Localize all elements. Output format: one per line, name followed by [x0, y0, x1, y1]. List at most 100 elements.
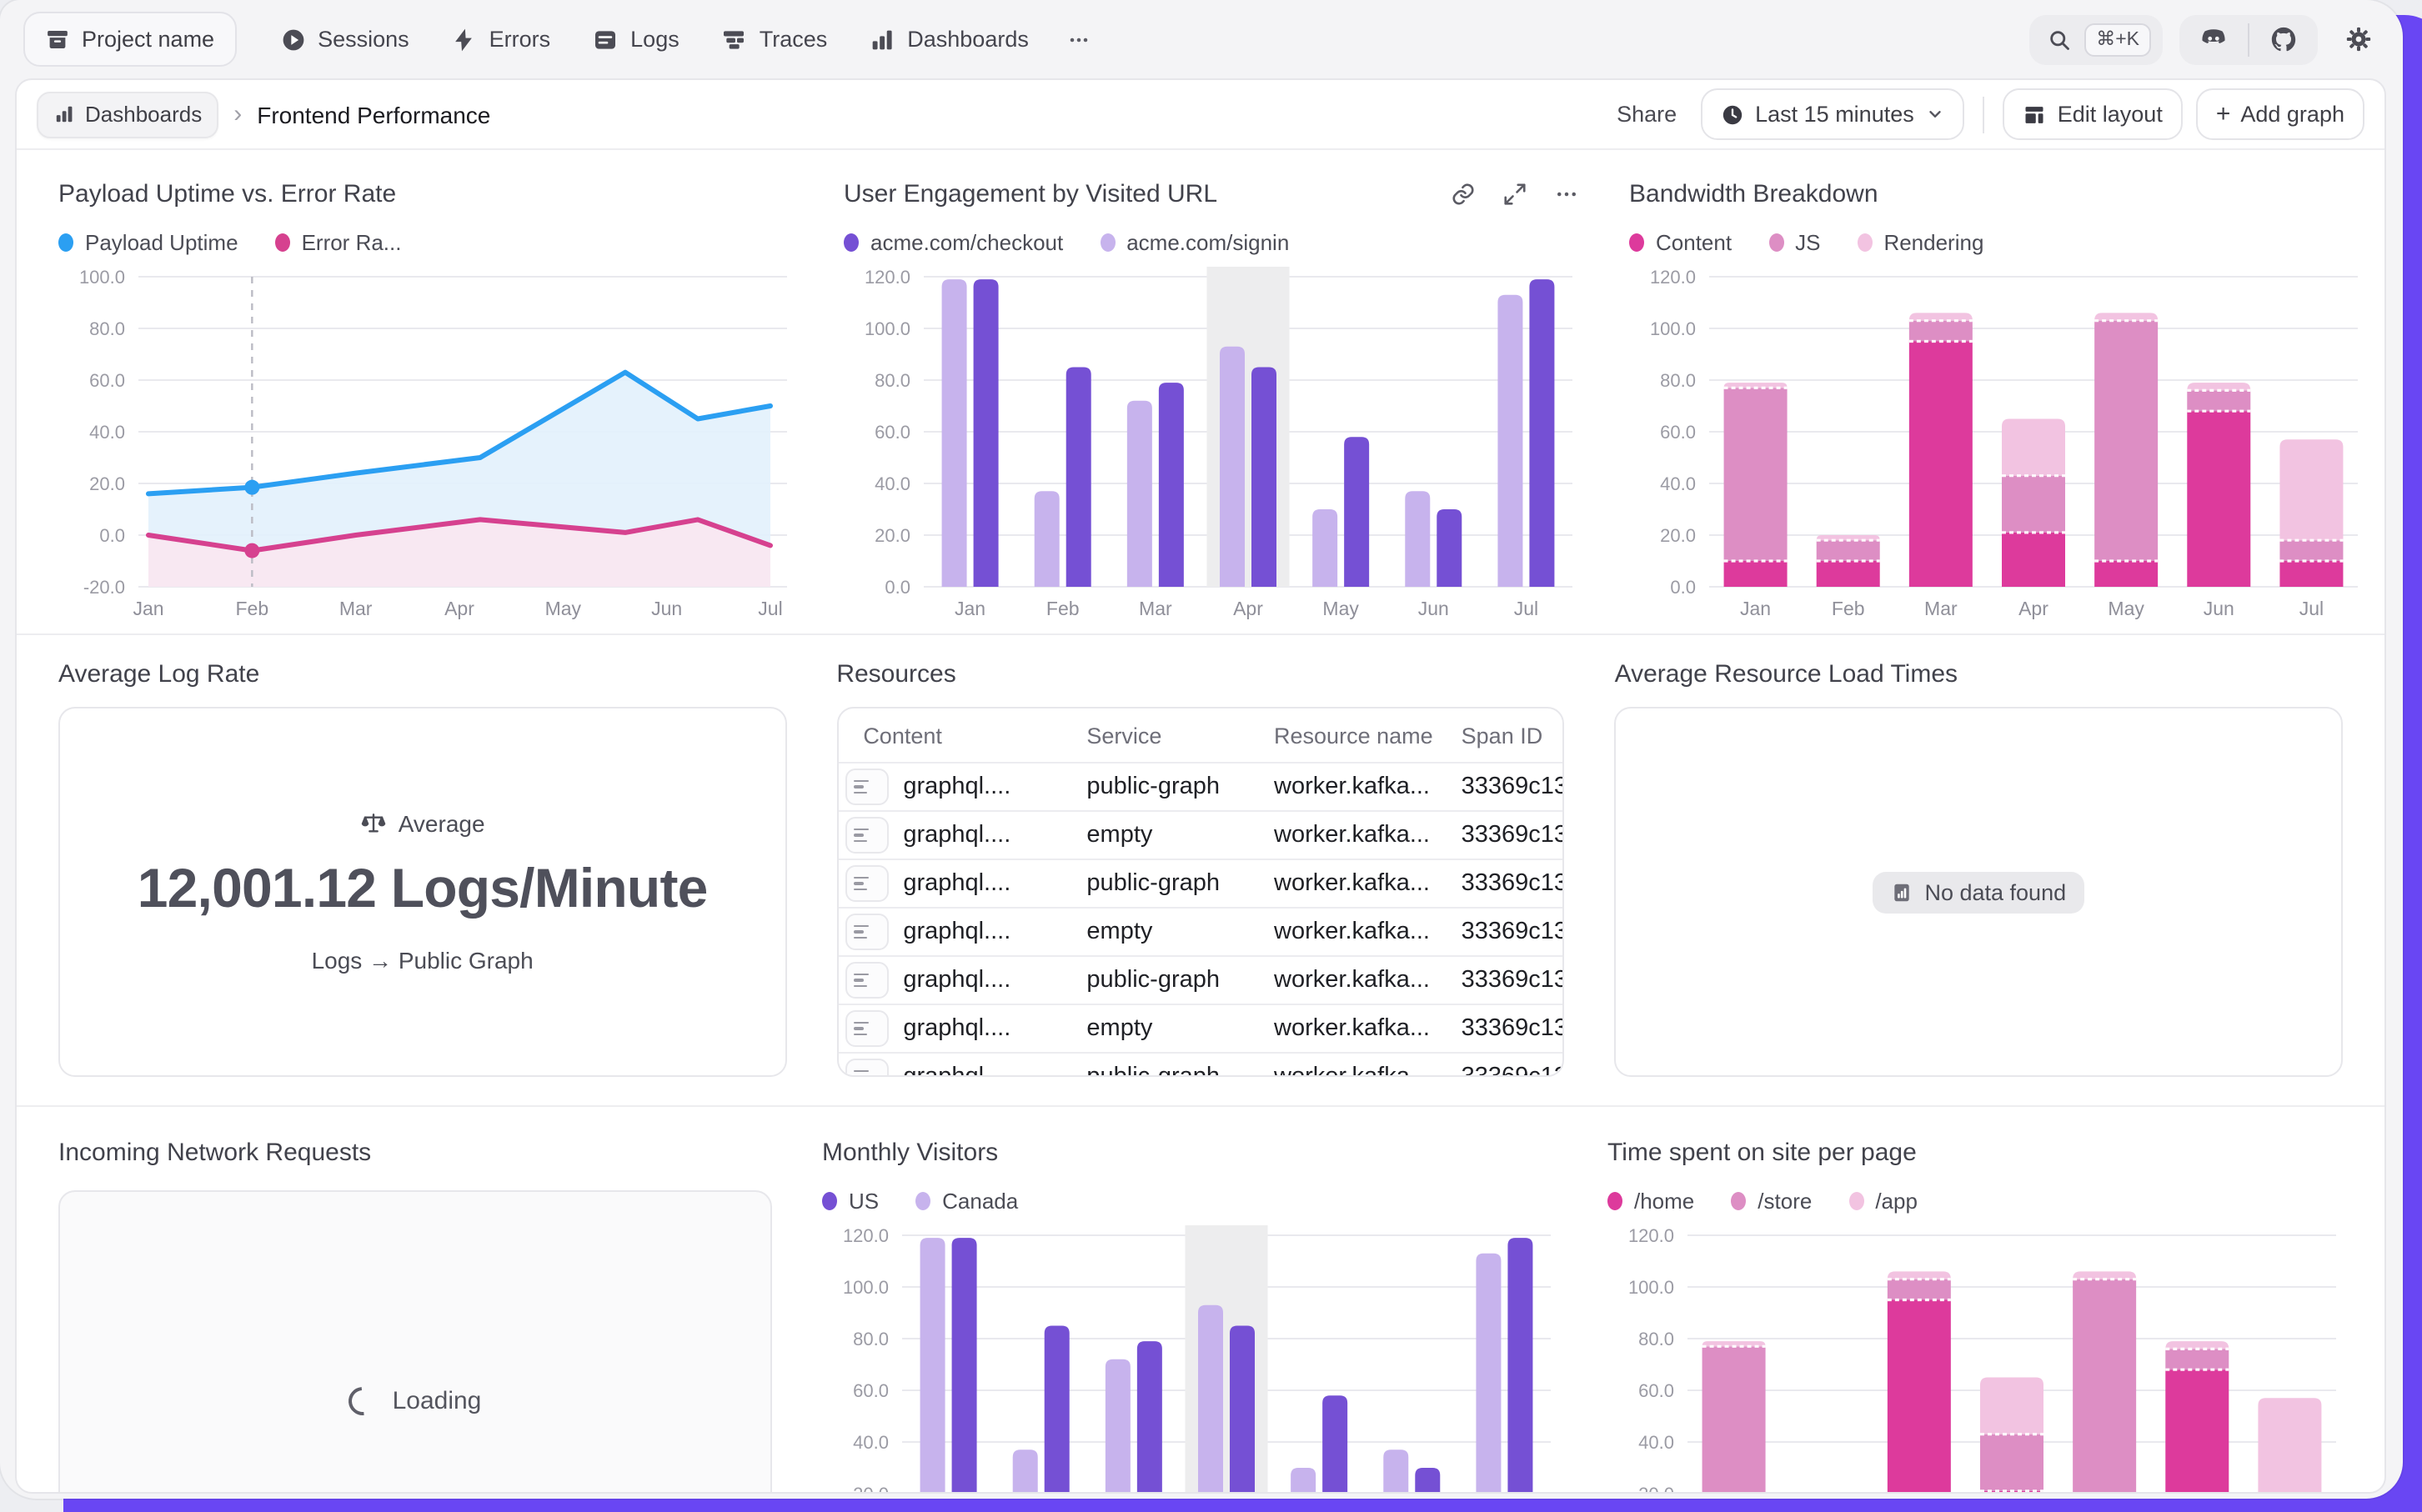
legend-item[interactable]: Payload Uptime: [58, 229, 238, 254]
chart-doc-icon: [1891, 881, 1913, 903]
maximize-icon[interactable]: [1502, 182, 1527, 207]
chart-timespent[interactable]: 120.0100.080.060.040.020.00.0JanFebMarAp…: [1607, 1222, 2343, 1494]
table-cell: worker.kafka...: [1267, 1004, 1455, 1053]
svg-text:80.0: 80.0: [875, 370, 910, 391]
more-icon[interactable]: [1554, 182, 1579, 207]
legend-item[interactable]: /home: [1607, 1188, 1694, 1213]
legend-item[interactable]: /app: [1848, 1188, 1918, 1213]
discord-button[interactable]: [2179, 14, 2248, 64]
table-row[interactable]: graphql....public-graphworker.kafka...33…: [838, 763, 1562, 811]
chart-bandwidth[interactable]: 120.0100.080.060.040.020.00.0JanFebMarAp…: [1629, 263, 2364, 623]
ellipsis-icon: [1066, 26, 1092, 53]
loading-spinner-icon: [343, 1380, 384, 1420]
legend-dot-icon: [915, 1191, 930, 1209]
legend-item[interactable]: JS: [1768, 229, 1820, 254]
table-row[interactable]: graphql....emptyworker.kafka...33369c138…: [838, 811, 1562, 859]
svg-text:40.0: 40.0: [89, 422, 125, 443]
svg-text:Apr: Apr: [2018, 598, 2048, 619]
divider: [1983, 96, 1984, 133]
svg-text:120.0: 120.0: [865, 267, 910, 288]
legend-item[interactable]: Error Ra...: [275, 229, 402, 254]
load-times-card: No data found: [1615, 707, 2343, 1077]
chevron-down-icon: [1926, 105, 1944, 123]
github-button[interactable]: [2249, 14, 2318, 64]
nav-item-logs[interactable]: Logs: [592, 26, 679, 53]
project-switcher-button[interactable]: Project name: [23, 12, 236, 67]
panel-title: Monthly Visitors: [822, 1139, 998, 1167]
svg-text:20.0: 20.0: [1638, 1484, 1674, 1494]
log-lines-icon: [845, 1010, 888, 1047]
svg-text:20.0: 20.0: [89, 473, 125, 494]
svg-text:Jan: Jan: [1740, 598, 1771, 619]
svg-text:-20.0: -20.0: [83, 577, 125, 598]
legend-item[interactable]: Canada: [915, 1188, 1018, 1213]
link-icon[interactable]: [1451, 182, 1476, 207]
nav-items: Sessions Errors Logs Traces Dashboards: [279, 26, 1029, 53]
panel-title: Time spent on site per page: [1607, 1139, 1917, 1167]
nav-item-errors[interactable]: Errors: [451, 26, 551, 53]
legend-item[interactable]: US: [822, 1188, 879, 1213]
nav-item-traces[interactable]: Traces: [721, 26, 828, 53]
legend-dot-icon: [1731, 1191, 1746, 1209]
legend-dot-icon: [1848, 1191, 1863, 1209]
panel-bandwidth-breakdown: Bandwidth BreakdownContentJSRendering120…: [1629, 177, 2364, 623]
chevron-right-icon: ›: [233, 100, 242, 128]
table-cell: graphql....: [838, 1053, 1080, 1077]
chart-visitors[interactable]: 120.0100.080.060.040.020.00.0JanFebMarAp…: [822, 1222, 1557, 1494]
nav-item-dashboards[interactable]: Dashboards: [869, 26, 1029, 53]
legend-item[interactable]: Rendering: [1857, 229, 1983, 254]
svg-text:Jul: Jul: [1514, 598, 1538, 619]
search-kbd-hint: ⌘+K: [2084, 23, 2151, 56]
legend-item[interactable]: acme.com/checkout: [844, 229, 1063, 254]
svg-text:60.0: 60.0: [1638, 1380, 1674, 1401]
clock-icon: [1720, 103, 1743, 126]
breadcrumb-dashboards-chip[interactable]: Dashboards: [37, 91, 218, 138]
legend-item[interactable]: Content: [1629, 229, 1732, 254]
table-row[interactable]: graphql....public-graphworker.kafka...33…: [838, 956, 1562, 1004]
network-requests-card: Loading: [58, 1190, 772, 1494]
page-title: Frontend Performance: [257, 101, 490, 128]
svg-text:120.0: 120.0: [1650, 267, 1696, 288]
column-header[interactable]: Resource name: [1267, 708, 1455, 763]
svg-text:May: May: [2108, 598, 2144, 619]
chart-uptime[interactable]: 100.080.060.040.020.00.0-20.0JanFebMarAp…: [58, 263, 794, 623]
share-button[interactable]: Share: [1617, 102, 1677, 127]
legend-item[interactable]: acme.com/signin: [1100, 229, 1289, 254]
svg-text:0.0: 0.0: [1670, 577, 1696, 598]
edit-layout-button[interactable]: Edit layout: [2003, 88, 2183, 140]
legend-dot-icon: [1857, 233, 1872, 251]
resources-table-card: Content Service Resource name Span ID gr…: [836, 707, 1564, 1077]
table-row[interactable]: graphql....public-graphworker.kafka...33…: [838, 1053, 1562, 1077]
legend-dot-icon: [1607, 1191, 1622, 1209]
table-cell: 33369c1380...: [1455, 1053, 1563, 1077]
svg-text:May: May: [545, 598, 582, 619]
svg-text:100.0: 100.0: [1628, 1277, 1674, 1298]
column-header[interactable]: Span ID: [1455, 708, 1563, 763]
settings-button[interactable]: [2344, 25, 2373, 53]
table-cell: graphql....: [838, 1004, 1080, 1053]
add-graph-button[interactable]: + Add graph: [2196, 88, 2364, 140]
svg-text:40.0: 40.0: [853, 1432, 889, 1453]
legend-dot-icon: [1629, 233, 1644, 251]
table-row[interactable]: graphql....public-graphworker.kafka...33…: [838, 859, 1562, 908]
column-header[interactable]: Content: [838, 708, 1080, 763]
search-button[interactable]: ⌘+K: [2029, 14, 2163, 64]
svg-text:60.0: 60.0: [89, 370, 125, 391]
svg-text:40.0: 40.0: [1638, 1432, 1674, 1453]
project-name-label: Project name: [82, 27, 214, 52]
svg-text:Jan: Jan: [133, 598, 163, 619]
nav-label: Sessions: [318, 27, 409, 52]
column-header[interactable]: Service: [1080, 708, 1267, 763]
panel-title: Average Resource Load Times: [1615, 660, 1958, 688]
svg-text:20.0: 20.0: [853, 1484, 889, 1494]
table-row[interactable]: graphql....emptyworker.kafka...33369c138…: [838, 908, 1562, 956]
legend-item[interactable]: /store: [1731, 1188, 1812, 1213]
nav-item-sessions[interactable]: Sessions: [279, 26, 409, 53]
time-range-dropdown[interactable]: Last 15 minutes: [1700, 88, 1964, 140]
chart-engagement[interactable]: 120.0100.080.060.040.020.00.0JanFebMarAp…: [844, 263, 1579, 623]
svg-text:Apr: Apr: [1233, 598, 1263, 619]
table-row[interactable]: graphql....emptyworker.kafka...33369c138…: [838, 1004, 1562, 1053]
nav-more-button[interactable]: [1066, 26, 1092, 53]
table-cell: public-graph: [1080, 763, 1267, 811]
nav-label: Dashboards: [907, 27, 1029, 52]
